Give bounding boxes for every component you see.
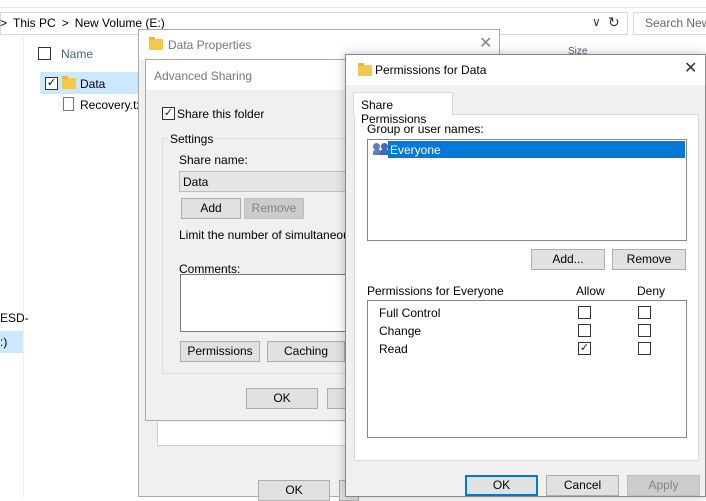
navigation-pane: [0, 36, 24, 497]
caching-button[interactable]: Caching: [267, 341, 345, 362]
user-name: Everyone: [388, 141, 685, 158]
explorer-top-strip: [0, 0, 706, 8]
share-name-label: Share name:: [179, 153, 248, 167]
allow-read-checkbox[interactable]: ✓: [578, 342, 591, 355]
allow-change-checkbox[interactable]: [578, 324, 591, 337]
remove-share-button[interactable]: Remove: [244, 198, 304, 219]
add-share-button[interactable]: Add: [181, 198, 241, 219]
column-header-name[interactable]: Name: [61, 47, 93, 61]
allow-full-control-checkbox[interactable]: [578, 306, 591, 319]
users-group-icon: [373, 143, 389, 155]
permissions-list: [367, 300, 687, 438]
breadcrumb-separator-icon: >: [0, 16, 8, 30]
ok-button[interactable]: OK: [465, 475, 538, 496]
ok-button[interactable]: OK: [258, 480, 330, 501]
permission-name: Full Control: [379, 306, 441, 320]
folder-icon: [62, 76, 76, 89]
close-icon[interactable]: ✕: [479, 36, 492, 52]
close-icon[interactable]: ✕: [684, 61, 697, 77]
add-user-button[interactable]: Add...: [531, 249, 605, 270]
list-item[interactable]: Everyone: [370, 141, 686, 158]
share-folder-checkbox[interactable]: ✓: [162, 107, 175, 120]
permissions-for-label: Permissions for Everyone: [367, 284, 504, 298]
cancel-button[interactable]: Cancel: [546, 475, 619, 496]
breadcrumb-new-volume[interactable]: New Volume (E:): [75, 16, 165, 30]
permission-name: Read: [379, 342, 408, 356]
comments-field[interactable]: [180, 274, 358, 332]
limit-users-label: Limit the number of simultaneous us: [179, 228, 372, 242]
nav-item-esd[interactable]: ESD-: [0, 311, 29, 325]
file-name[interactable]: Data: [80, 77, 105, 91]
chevron-down-icon[interactable]: ∨: [592, 15, 601, 29]
permissions-window: Permissions for Data ✕ Share Permissions…: [345, 54, 706, 497]
refresh-icon[interactable]: ↻: [608, 14, 620, 31]
share-name-field[interactable]: Data: [179, 171, 359, 192]
deny-change-checkbox[interactable]: [638, 324, 651, 337]
allow-header: Allow: [576, 284, 605, 298]
advanced-sharing-window: Advanced Sharing ✓ Share this folder Set…: [145, 59, 372, 421]
nav-item-drive[interactable]: :): [0, 331, 23, 353]
tab-panel-bottom: [157, 422, 347, 446]
deny-read-checkbox[interactable]: [638, 342, 651, 355]
folder-icon: [358, 63, 372, 76]
file-name[interactable]: Recovery.tx: [80, 98, 138, 112]
breadcrumb-separator-icon: >: [61, 16, 69, 30]
remove-user-button[interactable]: Remove: [612, 249, 686, 270]
deny-full-control-checkbox[interactable]: [638, 306, 651, 319]
breadcrumb: > This PC > New Volume (E:): [0, 16, 171, 30]
file-row-checkbox[interactable]: ✓: [45, 77, 58, 90]
tab-share-permissions[interactable]: Share Permissions: [353, 92, 453, 126]
search-input[interactable]: Search New: [633, 12, 706, 35]
breadcrumb-this-pc[interactable]: This PC: [13, 16, 56, 30]
ok-button[interactable]: OK: [246, 388, 318, 409]
settings-label: Settings: [168, 132, 216, 146]
apply-button[interactable]: Apply: [627, 475, 700, 496]
permission-name: Change: [379, 324, 422, 338]
permissions-button[interactable]: Permissions: [180, 341, 260, 362]
folder-icon: [149, 37, 163, 50]
window-title: Data Properties: [168, 38, 252, 52]
text-file-icon: [63, 97, 74, 111]
window-title: Advanced Sharing: [154, 69, 253, 83]
deny-header: Deny: [637, 284, 666, 298]
window-title: Permissions for Data: [375, 63, 487, 77]
share-folder-label: Share this folder: [177, 107, 265, 121]
select-all-checkbox[interactable]: [38, 47, 51, 60]
